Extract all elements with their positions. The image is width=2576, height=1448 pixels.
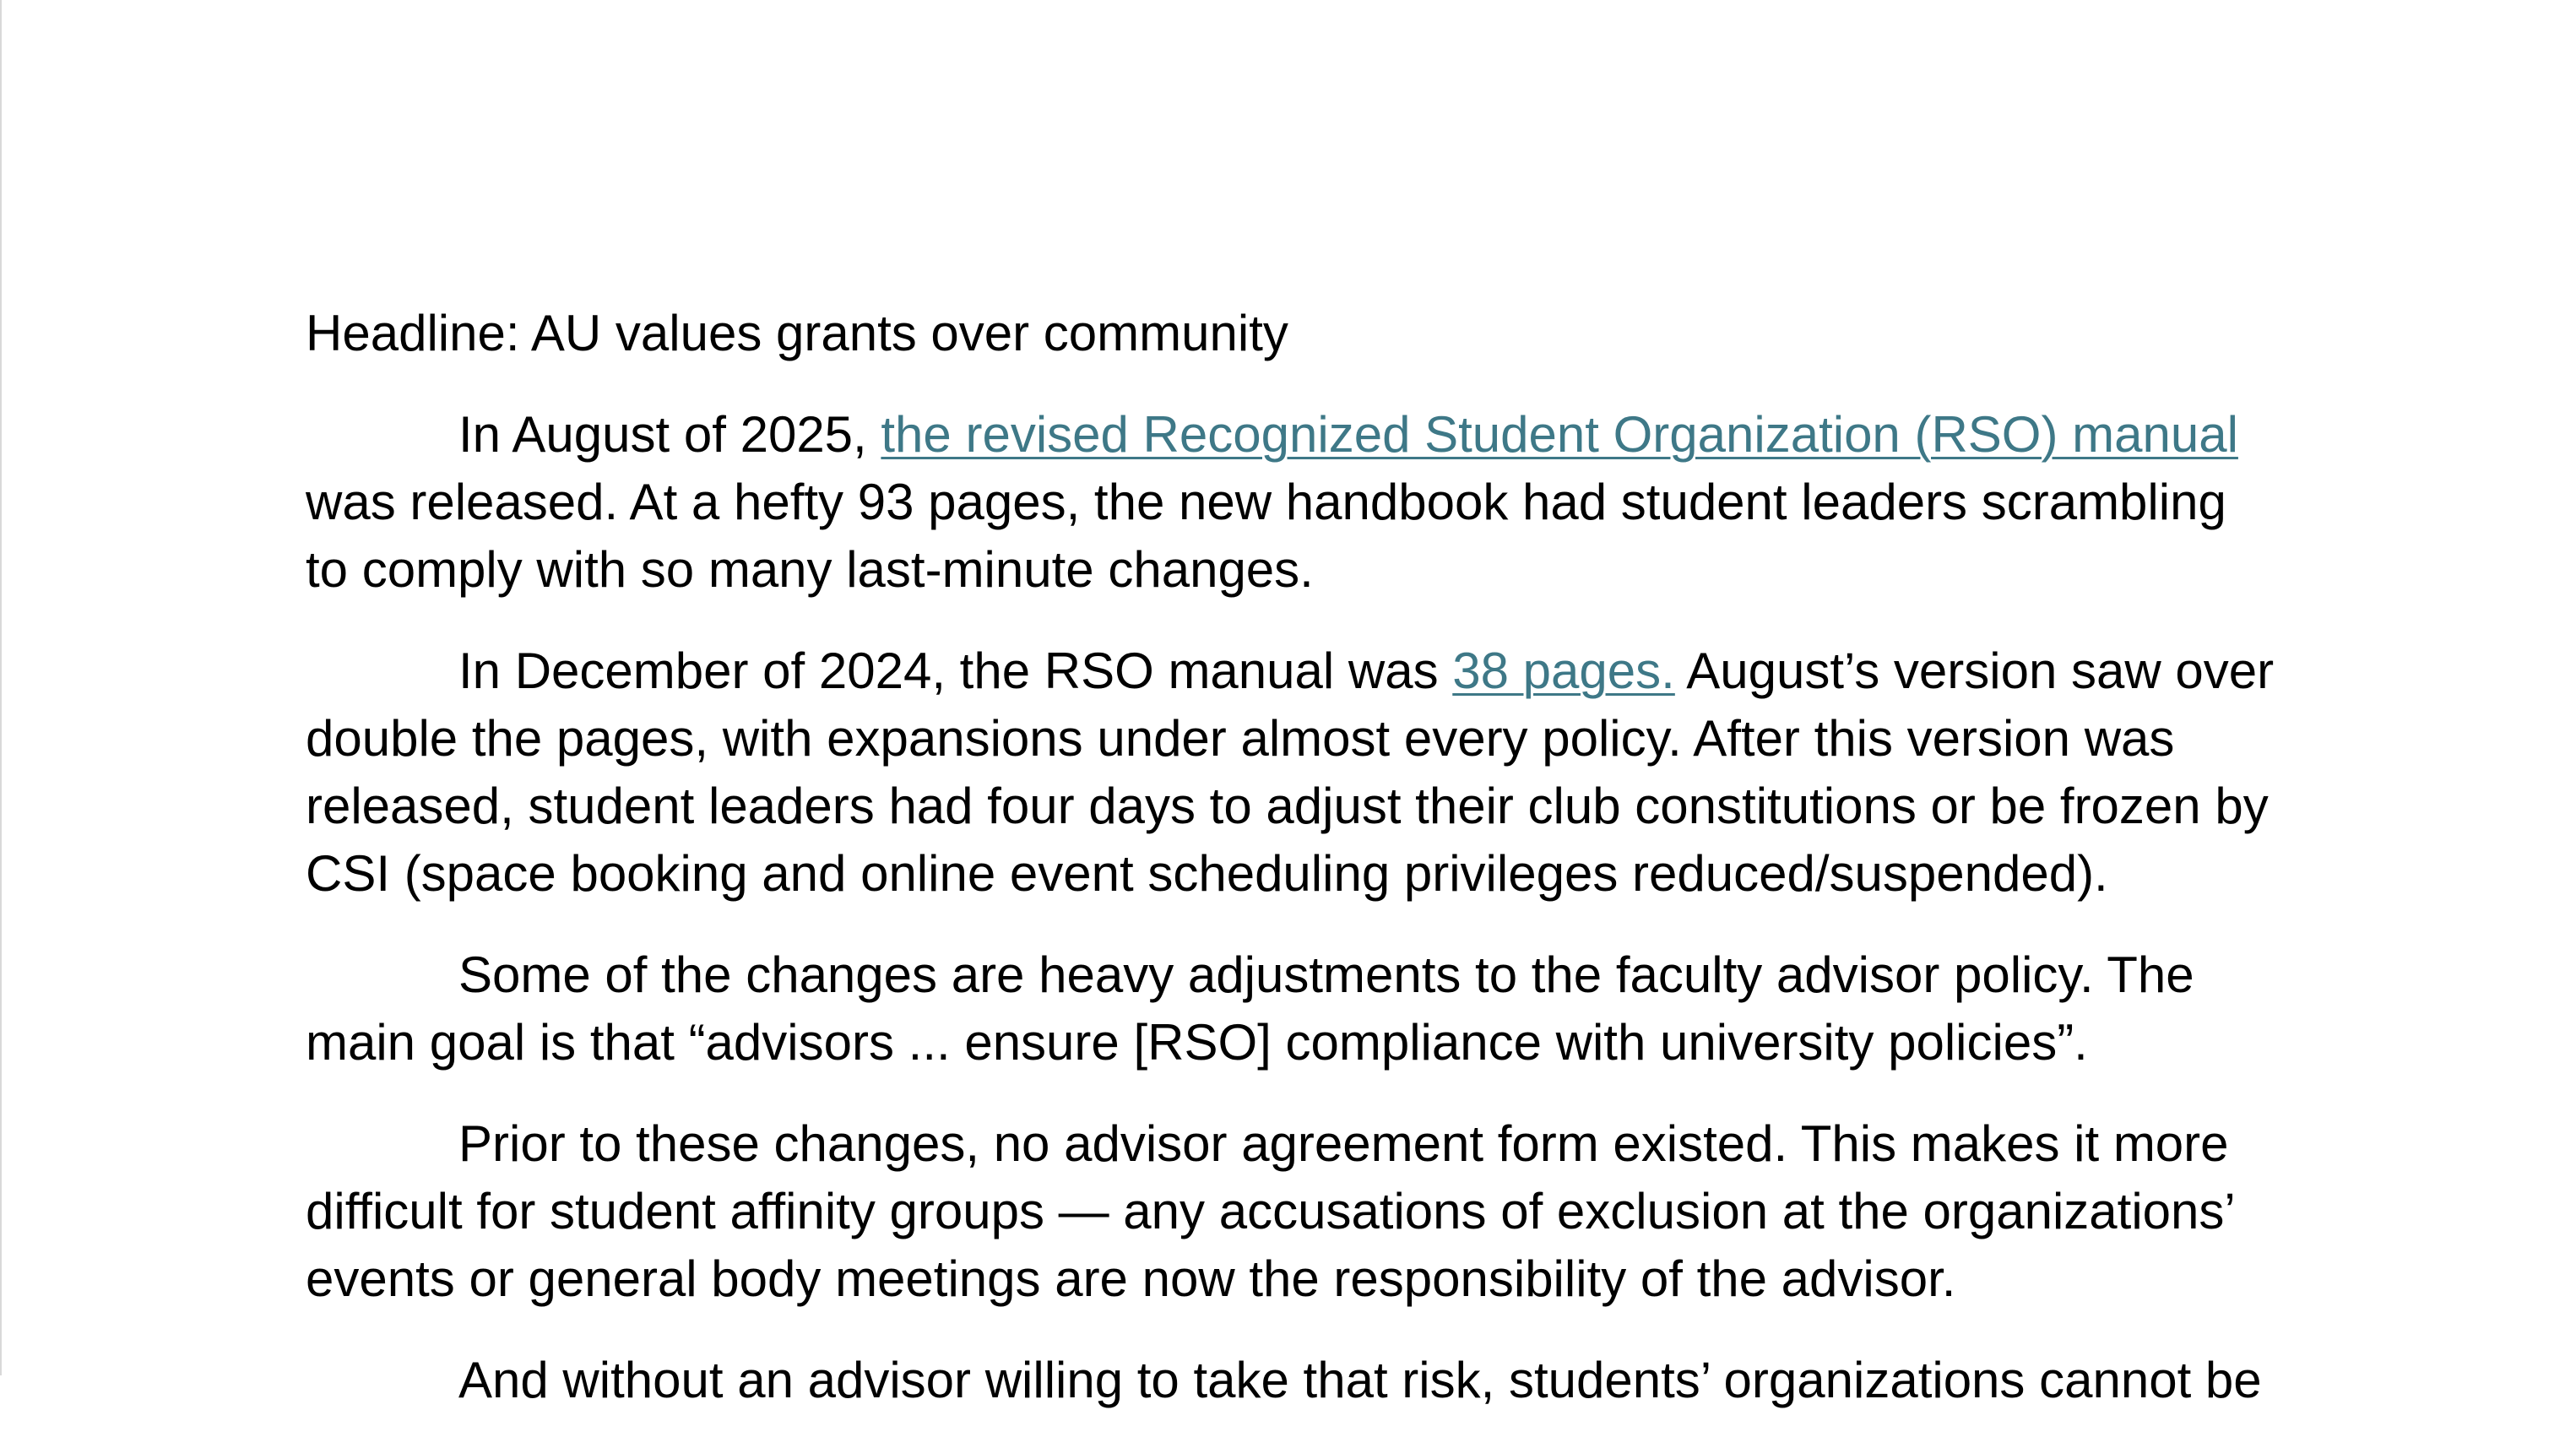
paragraph-text: was released. At a hefty 93 pages, the n… — [306, 474, 2226, 598]
paragraph-3: Some of the changes are heavy adjustment… — [306, 946, 2194, 1071]
38-pages-link[interactable]: 38 pages. — [1452, 643, 1675, 699]
rso-manual-link[interactable]: the revised Recognized Student Organizat… — [881, 406, 2238, 463]
document-body: Headline: AU values grants over communit… — [306, 300, 2281, 1448]
paragraph-text: In August of 2025, — [458, 406, 881, 463]
paragraph-4: Prior to these changes, no advisor agree… — [306, 1115, 2234, 1307]
page-left-edge — [0, 0, 2, 1375]
paragraph-2: In December of 2024, the RSO manual was … — [306, 637, 2281, 908]
paragraph-text: In December of 2024, the RSO manual was — [458, 643, 1453, 699]
paragraph-1: In August of 2025, the revised Recognize… — [306, 401, 2281, 604]
headline: Headline: AU values grants over communit… — [306, 305, 1288, 361]
paragraph-5: And without an advisor willing to take t… — [458, 1352, 2262, 1408]
